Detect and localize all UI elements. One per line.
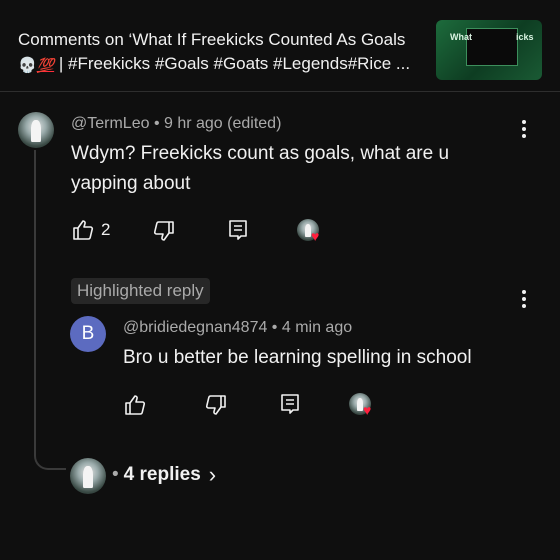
avatar-figure [30, 119, 42, 142]
thumbnail-text-left: What [450, 32, 472, 42]
reply-avatar[interactable]: B [70, 316, 106, 352]
comment-author-line: @TermLeo • 9 hr ago (edited) [71, 115, 281, 133]
reply-button[interactable] [226, 218, 250, 242]
view-replies-button[interactable]: • 4 replies › [112, 462, 216, 488]
avatar-figure [82, 465, 94, 488]
dislike-icon [153, 221, 174, 241]
video-title: Comments on ‘What If Freekicks Counted A… [18, 28, 423, 78]
heart-icon: ♥ [311, 228, 320, 244]
highlighted-reply-badge: Highlighted reply [71, 278, 210, 304]
reply-creator-heart-badge: ♥ [349, 393, 381, 421]
video-thumbnail[interactable]: What icks [436, 20, 542, 80]
like-icon [125, 395, 146, 415]
reply-icon [281, 394, 299, 414]
reply-dislike-button[interactable] [204, 393, 228, 417]
dislike-button[interactable] [152, 219, 176, 243]
comment-username[interactable]: @TermLeo [71, 115, 150, 132]
comments-header: Comments on ‘What If Freekicks Counted A… [0, 0, 560, 92]
comment-text: Wdym? Freekicks count as goals, what are… [71, 143, 450, 194]
creator-heart-badge: ♥ [297, 219, 329, 247]
commenter-avatar[interactable] [18, 112, 54, 148]
like-icon [73, 220, 94, 240]
thumbnail-text-right: icks [516, 32, 534, 42]
reply-meta: • 4 min ago [267, 319, 353, 336]
reply-like-button[interactable] [123, 393, 147, 417]
comment-meta: • 9 hr ago (edited) [149, 115, 282, 132]
reply-text: Bro u better be learning spelling in sch… [123, 347, 472, 368]
reply-more-icon[interactable] [521, 290, 527, 310]
title-line-1: Comments on ‘What If Freekicks Counted A… [18, 30, 406, 49]
hundred-emoji: 💯 [36, 57, 55, 73]
dislike-icon [205, 395, 226, 415]
reply-username[interactable]: @bridiedegnan4874 [123, 319, 267, 336]
heart-icon: ♥ [363, 402, 372, 418]
title-hashtags: | #Freekicks #Goals #Goats #Legends#Rice… [54, 54, 411, 73]
thumbnail-panel [466, 28, 518, 66]
thread-connector-line [34, 150, 66, 470]
replies-dot: • [112, 464, 119, 485]
replies-label: 4 replies [123, 464, 201, 485]
reply-author-line: @bridiedegnan4874 • 4 min ago [123, 319, 352, 337]
reply-reply-button[interactable] [278, 392, 302, 416]
title-line-2: 💀💯 | #Freekicks #Goals #Goats #Legends#R… [18, 52, 423, 78]
like-count: 2 [101, 220, 111, 239]
comment-more-icon[interactable] [521, 120, 527, 140]
skull-emoji: 💀 [18, 57, 37, 74]
reply-icon [229, 220, 247, 240]
replier-avatar [70, 458, 106, 494]
like-button[interactable]: 2 [71, 218, 110, 242]
chevron-right-icon: › [208, 462, 217, 487]
